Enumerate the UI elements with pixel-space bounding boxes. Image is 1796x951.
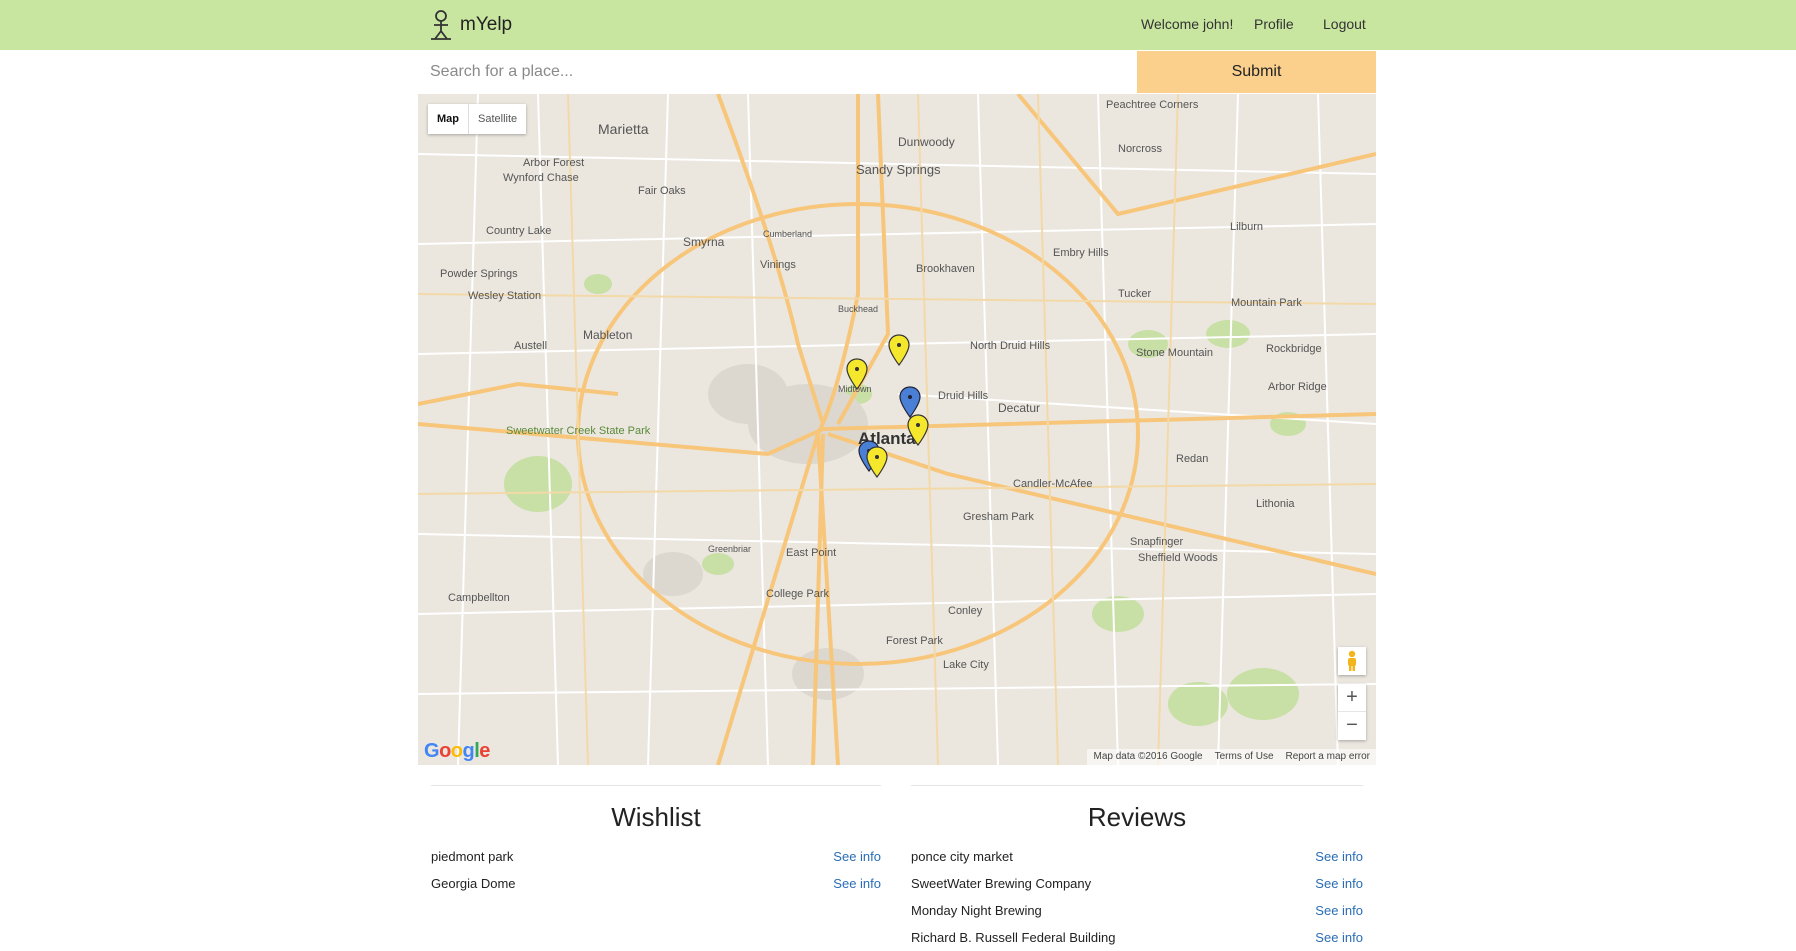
label-arbor-ridge: Arbor Ridge: [1268, 381, 1327, 393]
label-peachtree-corners: Peachtree Corners: [1106, 99, 1199, 111]
street-view-pegman-icon[interactable]: [1338, 647, 1366, 675]
map-attribution: Map data ©2016 Google: [1093, 751, 1203, 762]
list-item: SweetWater Brewing Company See info: [911, 870, 1363, 897]
submit-button[interactable]: Submit: [1137, 51, 1376, 93]
map-attribution-bar: Map data ©2016 Google Terms of Use Repor…: [1087, 749, 1376, 765]
label-decatur: Decatur: [998, 401, 1040, 415]
google-logo[interactable]: Google: [424, 740, 490, 763]
welcome-text: Welcome john!: [1141, 16, 1234, 32]
label-conley: Conley: [948, 605, 983, 617]
label-rockbridge: Rockbridge: [1266, 343, 1322, 355]
label-forest-park: Forest Park: [886, 635, 943, 647]
map-type-control: Map Satellite: [428, 104, 527, 134]
brand-name: mYelp: [460, 14, 513, 35]
see-info-link[interactable]: See info: [833, 849, 881, 864]
label-fair-oaks: Fair Oaks: [638, 185, 686, 197]
list-item: piedmont park See info: [431, 843, 881, 870]
yellow-pin-icon[interactable]: [866, 446, 888, 478]
label-smyrna: Smyrna: [683, 235, 725, 249]
reviews-section: Reviews ponce city market See info Sweet…: [911, 785, 1363, 951]
terms-link[interactable]: Terms of Use: [1215, 749, 1274, 765]
label-austell: Austell: [514, 340, 547, 352]
label-country-lake: Country Lake: [486, 225, 551, 237]
label-powder-springs: Powder Springs: [440, 268, 518, 280]
divider: [431, 785, 881, 786]
search-bar: Submit: [418, 51, 1376, 93]
list-item: Georgia Dome See info: [431, 870, 881, 897]
label-college-park: College Park: [766, 588, 829, 600]
see-info-link[interactable]: See info: [1315, 876, 1363, 891]
list-item: Monday Night Brewing See info: [911, 897, 1363, 924]
label-wesley-station: Wesley Station: [468, 290, 541, 302]
label-north-druid-hills: North Druid Hills: [970, 340, 1051, 352]
label-buckhead: Buckhead: [838, 304, 878, 314]
label-mountain-park: Mountain Park: [1231, 297, 1302, 309]
see-info-link[interactable]: See info: [1315, 930, 1363, 945]
map-view[interactable]: Marietta Dunwoody Sandy Springs Arbor Fo…: [418, 94, 1376, 765]
label-stone-mountain: Stone Mountain: [1136, 347, 1213, 359]
report-map-error-link[interactable]: Report a map error: [1286, 749, 1370, 765]
label-vinings: Vinings: [760, 259, 796, 271]
label-tucker: Tucker: [1118, 288, 1152, 300]
label-mableton: Mableton: [583, 328, 632, 342]
wishlist-item-name: piedmont park: [431, 849, 514, 864]
review-item-name: Monday Night Brewing: [911, 903, 1042, 918]
zoom-control: + −: [1338, 684, 1366, 740]
label-lilburn: Lilburn: [1230, 221, 1263, 233]
zoom-out-button[interactable]: −: [1338, 712, 1366, 740]
see-info-link[interactable]: See info: [833, 876, 881, 891]
list-item: Richard B. Russell Federal Building See …: [911, 924, 1363, 951]
review-item-name: Richard B. Russell Federal Building: [911, 930, 1116, 945]
label-sweetwater-park: Sweetwater Creek State Park: [506, 425, 651, 437]
person-logo-icon: [431, 10, 451, 40]
label-norcross: Norcross: [1118, 143, 1163, 155]
search-input[interactable]: [418, 51, 1136, 93]
yellow-pin-icon[interactable]: [846, 358, 868, 390]
wishlist-title: Wishlist: [611, 802, 701, 832]
navbar: mYelp Welcome john! Profile Logout: [0, 0, 1796, 50]
label-arbor-forest: Arbor Forest: [523, 157, 584, 169]
logout-link[interactable]: Logout: [1323, 16, 1366, 32]
wishlist-section: Wishlist piedmont park See info Georgia …: [431, 785, 881, 897]
label-cumberland: Cumberland: [763, 229, 812, 239]
label-lake-city: Lake City: [943, 659, 989, 671]
label-redan: Redan: [1176, 453, 1208, 465]
label-brookhaven: Brookhaven: [916, 263, 975, 275]
divider: [911, 785, 1363, 786]
label-druid-hills: Druid Hills: [938, 390, 989, 402]
label-wynford-chase: Wynford Chase: [503, 172, 579, 184]
label-snapfinger: Snapfinger: [1130, 536, 1184, 548]
label-marietta: Marietta: [598, 121, 649, 137]
see-info-link[interactable]: See info: [1315, 903, 1363, 918]
map-canvas[interactable]: Marietta Dunwoody Sandy Springs Arbor Fo…: [418, 94, 1376, 765]
map-type-satellite-button[interactable]: Satellite: [469, 104, 526, 134]
map-type-map-button[interactable]: Map: [428, 104, 469, 134]
review-item-name: SweetWater Brewing Company: [911, 876, 1092, 891]
label-campbellton: Campbellton: [448, 592, 510, 604]
label-lithonia: Lithonia: [1256, 498, 1295, 510]
label-east-point: East Point: [786, 547, 836, 559]
reviews-title: Reviews: [1087, 802, 1187, 832]
label-dunwoody: Dunwoody: [898, 135, 955, 149]
review-item-name: ponce city market: [911, 849, 1013, 864]
yellow-pin-icon[interactable]: [907, 414, 929, 446]
pegman-icon: [1348, 650, 1356, 671]
label-sheffield-woods: Sheffield Woods: [1138, 552, 1218, 564]
zoom-in-button[interactable]: +: [1338, 684, 1366, 712]
wishlist-item-name: Georgia Dome: [431, 876, 516, 891]
label-greenbriar: Greenbriar: [708, 544, 751, 554]
see-info-link[interactable]: See info: [1315, 849, 1363, 864]
yellow-pin-icon[interactable]: [888, 334, 910, 366]
profile-link[interactable]: Profile: [1254, 16, 1294, 32]
label-gresham-park: Gresham Park: [963, 511, 1034, 523]
label-sandy-springs: Sandy Springs: [856, 162, 941, 177]
label-embry-hills: Embry Hills: [1053, 247, 1109, 259]
list-item: ponce city market See info: [911, 843, 1363, 870]
label-candler-mcafee: Candler-McAfee: [1013, 478, 1092, 490]
brand-link[interactable]: mYelp: [428, 8, 512, 42]
